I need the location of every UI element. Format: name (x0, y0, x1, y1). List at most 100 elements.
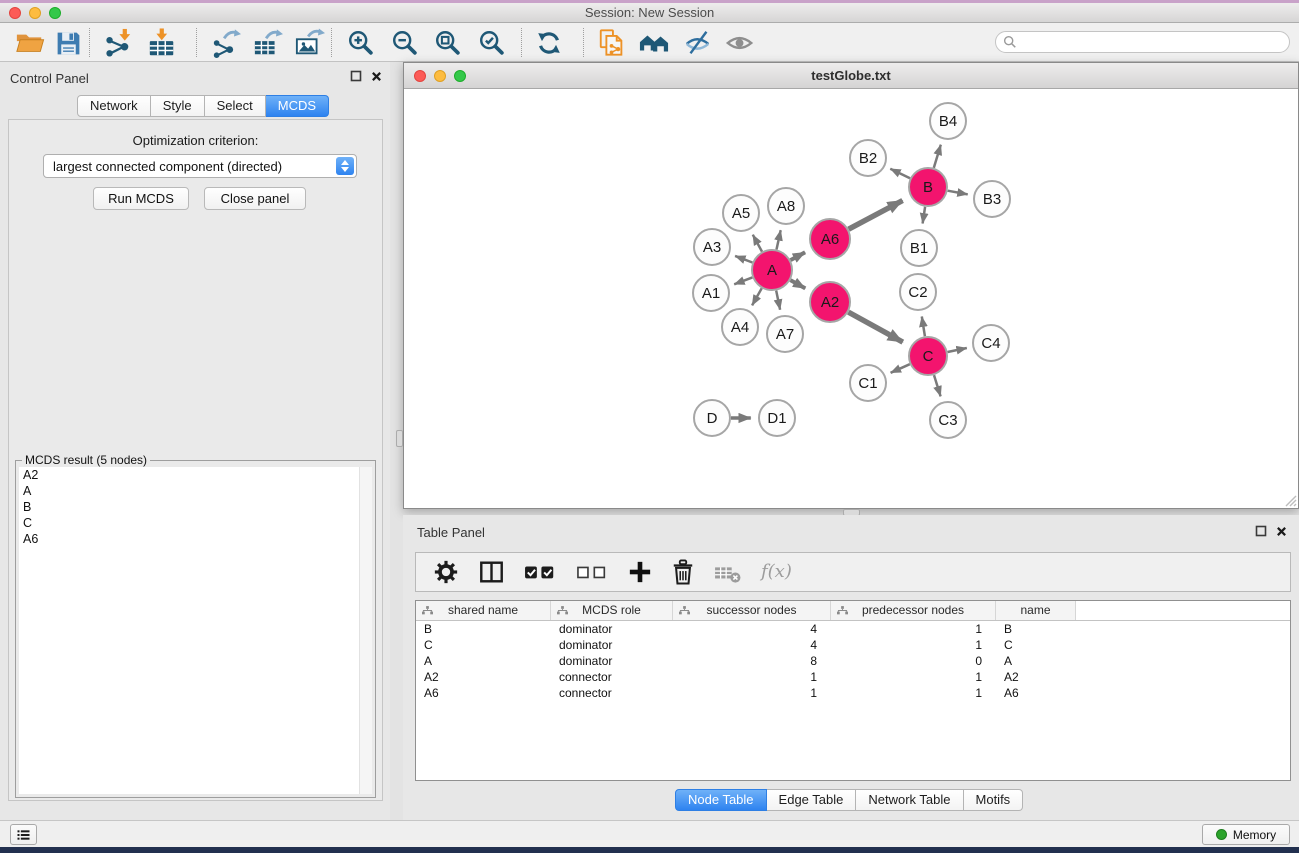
edge-C-C4[interactable] (948, 348, 967, 352)
table-settings-icon[interactable] (433, 559, 459, 585)
zoom-window-button[interactable] (49, 7, 61, 19)
close-table-panel-icon[interactable] (1276, 526, 1287, 537)
close-panel-button[interactable]: Close panel (204, 187, 306, 210)
save-session-icon[interactable] (52, 27, 84, 59)
table-cell[interactable]: 1 (831, 621, 996, 637)
table-cell[interactable]: dominator (551, 621, 673, 637)
open-file-icon[interactable] (14, 27, 46, 59)
import-network-icon[interactable] (102, 27, 134, 59)
table-cell[interactable]: B (996, 621, 1076, 637)
node-A5[interactable]: A5 (723, 195, 759, 231)
edge-B-B2[interactable] (890, 169, 910, 179)
table-cell[interactable]: B (416, 621, 551, 637)
close-window-button[interactable] (9, 7, 21, 19)
edge-A-A4[interactable] (752, 288, 762, 305)
edge-A-A5[interactable] (753, 235, 762, 252)
tab-network[interactable]: Network (77, 95, 151, 117)
table-tab-network-table[interactable]: Network Table (856, 789, 963, 811)
table-cell[interactable]: 4 (673, 637, 831, 653)
app-titlebar[interactable]: Session: New Session (0, 3, 1299, 23)
table-row[interactable]: Adominator80A (416, 653, 1290, 669)
table-cell[interactable]: connector (551, 685, 673, 701)
table-cell[interactable]: A (416, 653, 551, 669)
table-cell[interactable]: C (416, 637, 551, 653)
task-history-button[interactable] (10, 824, 37, 845)
table-cell[interactable]: A (996, 653, 1076, 669)
table-cell[interactable]: 1 (673, 685, 831, 701)
zoom-fit-icon[interactable] (432, 27, 464, 59)
edge-A2-C[interactable] (848, 312, 902, 342)
delete-table-icon[interactable] (714, 560, 742, 584)
zoom-selected-icon[interactable] (476, 27, 508, 59)
column-header-successor-nodes[interactable]: successor nodes (673, 601, 831, 620)
node-C2[interactable]: C2 (900, 274, 936, 310)
table-cell[interactable]: 1 (831, 685, 996, 701)
table-row[interactable]: A6connector11A6 (416, 685, 1290, 701)
node-C1[interactable]: C1 (850, 365, 886, 401)
delete-column-icon[interactable] (671, 559, 695, 585)
vertical-splitter-grip[interactable] (396, 430, 403, 447)
table-cell[interactable]: 1 (831, 669, 996, 685)
node-A[interactable]: A (752, 250, 792, 290)
minimize-window-button[interactable] (29, 7, 41, 19)
table-tab-edge-table[interactable]: Edge Table (767, 789, 857, 811)
node-B2[interactable]: B2 (850, 140, 886, 176)
node-A8[interactable]: A8 (768, 188, 804, 224)
node-B4[interactable]: B4 (930, 103, 966, 139)
export-table-icon[interactable] (252, 27, 284, 59)
dropdown-stepper-icon[interactable] (336, 157, 354, 175)
result-scrollbar[interactable] (359, 467, 372, 794)
edge-A-A8[interactable] (777, 230, 781, 249)
result-item[interactable]: A (19, 483, 372, 499)
resize-handle-icon[interactable] (1283, 493, 1297, 507)
result-item[interactable]: A6 (19, 531, 372, 547)
split-view-icon[interactable] (478, 559, 505, 585)
run-mcds-button[interactable]: Run MCDS (93, 187, 189, 210)
table-row[interactable]: Bdominator41B (416, 621, 1290, 637)
node-B[interactable]: B (909, 168, 947, 206)
table-tab-motifs[interactable]: Motifs (964, 789, 1024, 811)
table-cell[interactable]: 1 (831, 637, 996, 653)
node-D1[interactable]: D1 (759, 400, 795, 436)
table-cell[interactable]: connector (551, 669, 673, 685)
table-tab-node-table[interactable]: Node Table (675, 789, 767, 811)
export-image-icon[interactable] (294, 27, 326, 59)
result-item[interactable]: C (19, 515, 372, 531)
node-A6[interactable]: A6 (810, 219, 850, 259)
select-all-rows-icon[interactable] (524, 562, 557, 582)
zoom-network-button[interactable] (454, 70, 466, 82)
node-B3[interactable]: B3 (974, 181, 1010, 217)
table-row[interactable]: A2connector11A2 (416, 669, 1290, 685)
edge-A6-B[interactable] (849, 201, 903, 230)
column-header-MCDS-role[interactable]: MCDS role (551, 601, 673, 620)
table-cell[interactable]: 8 (673, 653, 831, 669)
table-cell[interactable]: A6 (996, 685, 1076, 701)
mcds-result-list[interactable]: A2ABCA6 (19, 467, 372, 794)
deselect-all-rows-icon[interactable] (576, 562, 609, 582)
tab-style[interactable]: Style (151, 95, 205, 117)
show-all-networks-icon[interactable] (638, 27, 670, 59)
memory-button[interactable]: Memory (1202, 824, 1290, 845)
edge-A-A6[interactable] (791, 252, 806, 260)
minimize-network-button[interactable] (434, 70, 446, 82)
show-graphics-details-icon[interactable] (724, 27, 756, 59)
zoom-out-icon[interactable] (389, 27, 421, 59)
node-C4[interactable]: C4 (973, 325, 1009, 361)
graph-canvas[interactable]: B4B2BB3A8A5A6A3B1AA1C2A2A4A7C4CC1C3DD1 (404, 89, 1298, 508)
node-A4[interactable]: A4 (722, 309, 758, 345)
table-cell[interactable]: A2 (996, 669, 1076, 685)
node-A7[interactable]: A7 (767, 316, 803, 352)
node-A2[interactable]: A2 (810, 282, 850, 322)
node-table[interactable]: shared nameMCDS rolesuccessor nodesprede… (415, 600, 1291, 781)
network-window-titlebar[interactable]: testGlobe.txt (404, 63, 1298, 89)
table-cell[interactable]: dominator (551, 637, 673, 653)
tab-select[interactable]: Select (205, 95, 266, 117)
edge-A-A1[interactable] (734, 277, 752, 284)
refresh-view-icon[interactable] (533, 27, 565, 59)
table-row[interactable]: Cdominator41C (416, 637, 1290, 653)
node-C[interactable]: C (909, 337, 947, 375)
float-panel-icon[interactable] (350, 70, 362, 82)
export-network-icon[interactable] (210, 27, 242, 59)
search-input[interactable] (1017, 34, 1277, 50)
table-cell[interactable]: 0 (831, 653, 996, 669)
